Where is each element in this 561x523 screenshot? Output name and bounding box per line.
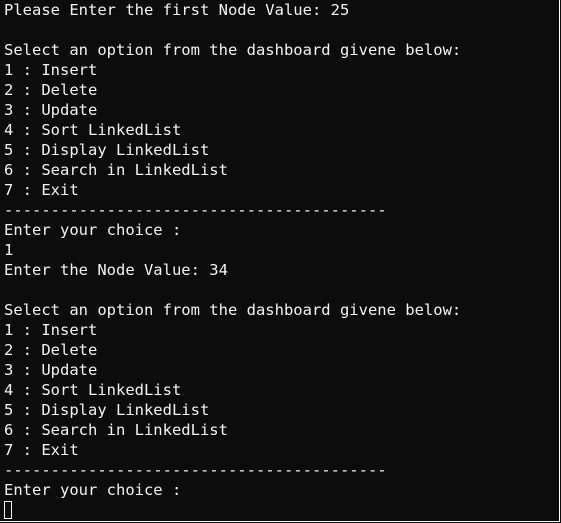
console-line-option-delete: 2 : Delete bbox=[4, 81, 98, 99]
console-line-option-exit: 7 : Exit bbox=[4, 441, 79, 459]
text-cursor bbox=[4, 500, 12, 519]
console-line-option-update: 3 : Update bbox=[4, 361, 98, 379]
console-input-line[interactable] bbox=[4, 500, 461, 520]
console-line-option-delete: 2 : Delete bbox=[4, 341, 98, 359]
console-line-option-display: 5 : Display LinkedList bbox=[4, 141, 210, 159]
console-line-menu-header: Select an option from the dashboard give… bbox=[4, 41, 462, 59]
console-line-option-search: 6 : Search in LinkedList bbox=[4, 421, 228, 439]
console-output: Please Enter the first Node Value: 25 Se… bbox=[4, 0, 461, 520]
console-line-option-search: 6 : Search in LinkedList bbox=[4, 161, 228, 179]
console-line-separator: ----------------------------------------… bbox=[4, 201, 387, 219]
console-line-user-choice: 1 bbox=[4, 241, 14, 259]
console-line-separator: ----------------------------------------… bbox=[4, 461, 387, 479]
console-line-option-update: 3 : Update bbox=[4, 101, 98, 119]
console-line-choice-prompt: Enter your choice : bbox=[4, 221, 182, 239]
console-line-option-sort: 4 : Sort LinkedList bbox=[4, 381, 182, 399]
console-line-first-node-prompt: Please Enter the first Node Value: 25 bbox=[4, 1, 350, 19]
console-line-option-display: 5 : Display LinkedList bbox=[4, 401, 210, 419]
console-line-option-insert: 1 : Insert bbox=[4, 321, 98, 339]
console-line-menu-header: Select an option from the dashboard give… bbox=[4, 301, 462, 319]
console-line-option-exit: 7 : Exit bbox=[4, 181, 79, 199]
console-window[interactable]: Please Enter the first Node Value: 25 Se… bbox=[0, 0, 560, 522]
console-line-node-value-prompt: Enter the Node Value: 34 bbox=[4, 261, 228, 279]
console-line-option-insert: 1 : Insert bbox=[4, 61, 98, 79]
console-line-option-sort: 4 : Sort LinkedList bbox=[4, 121, 182, 139]
console-line-choice-prompt: Enter your choice : bbox=[4, 481, 182, 499]
